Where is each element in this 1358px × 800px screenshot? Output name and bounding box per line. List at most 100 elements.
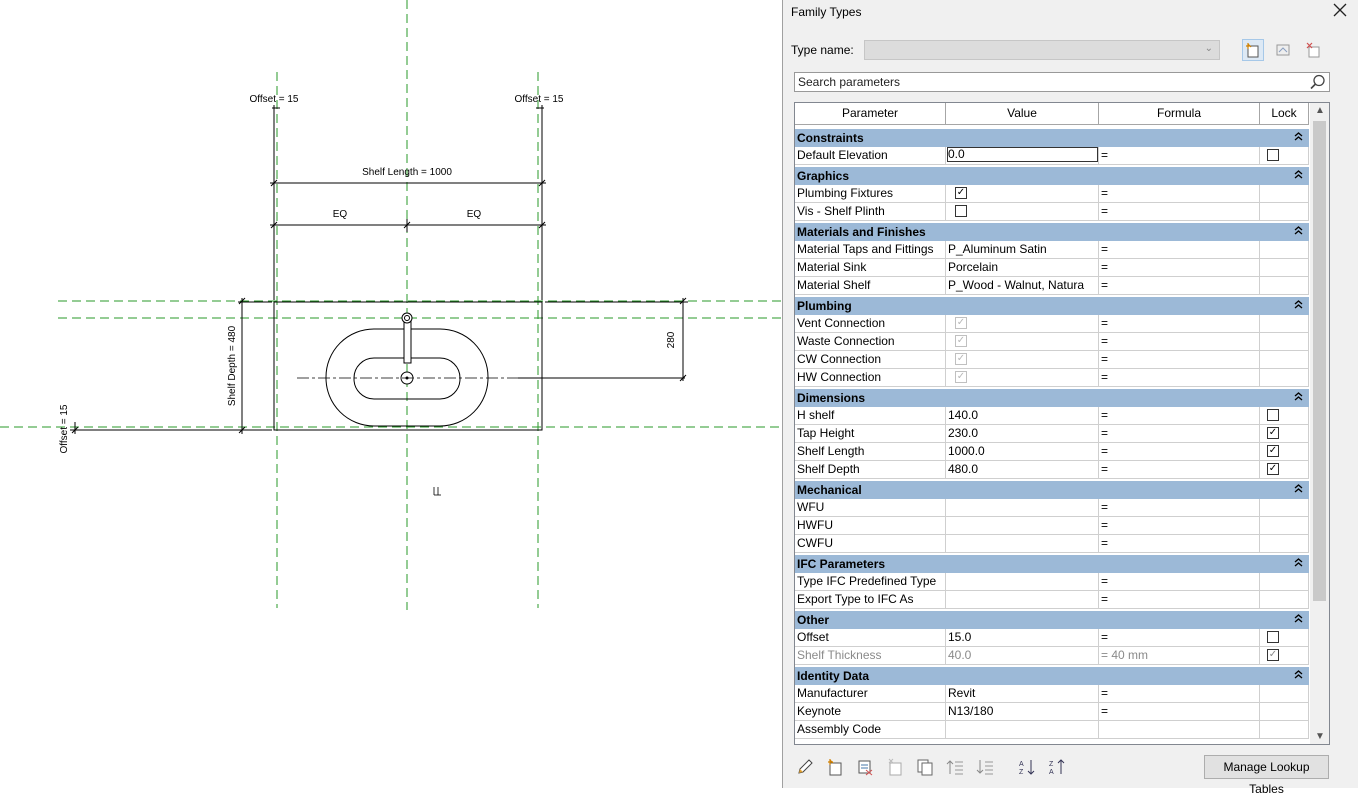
- value-cell[interactable]: P_Wood - Walnut, Natura: [946, 277, 1099, 294]
- value-text[interactable]: 480.0: [948, 462, 978, 476]
- value-cell[interactable]: [946, 203, 1099, 220]
- value-cell[interactable]: ✓: [946, 185, 1099, 202]
- value-checkbox[interactable]: [955, 205, 967, 217]
- value-cell[interactable]: ✓: [946, 351, 1099, 368]
- move-up-button[interactable]: [944, 756, 966, 778]
- parameter-row-material-shelf[interactable]: Material Shelf P_Wood - Walnut, Natura =: [795, 277, 1309, 295]
- value-text[interactable]: P_Aluminum Satin: [948, 242, 1047, 256]
- tap-spout[interactable]: [403, 320, 412, 364]
- delete-type-button[interactable]: [1302, 39, 1324, 61]
- formula-cell[interactable]: =: [1099, 703, 1260, 720]
- lock-checkbox[interactable]: ✓: [1267, 649, 1279, 661]
- vertical-scrollbar[interactable]: ▲ ▼: [1310, 103, 1329, 744]
- value-cell[interactable]: 1000.0: [946, 443, 1099, 460]
- column-header-value[interactable]: Value: [946, 103, 1099, 125]
- parameter-row-waste-connection[interactable]: Waste Connection ✓ =: [795, 333, 1309, 351]
- search-icon[interactable]: [1310, 74, 1326, 93]
- lock-cell[interactable]: ✓: [1260, 461, 1309, 478]
- search-input[interactable]: [795, 73, 1295, 91]
- value-cell[interactable]: ✓: [946, 333, 1099, 350]
- group-plumbing[interactable]: Plumbing: [795, 297, 1309, 315]
- value-cell[interactable]: Revit: [946, 685, 1099, 702]
- eq-left-label[interactable]: EQ: [333, 209, 348, 220]
- parameter-row-shelf-depth[interactable]: Shelf Depth 480.0 = ✓: [795, 461, 1309, 479]
- parameter-row-material-sink[interactable]: Material Sink Porcelain =: [795, 259, 1309, 277]
- tap-head[interactable]: [401, 312, 413, 324]
- collapse-icon[interactable]: [1294, 555, 1303, 573]
- formula-cell[interactable]: =: [1099, 685, 1260, 702]
- parameter-row-hwfu[interactable]: HWFU =: [795, 517, 1309, 535]
- value-cell[interactable]: ✓: [946, 369, 1099, 386]
- parameter-name[interactable]: Keynote: [795, 703, 946, 720]
- parameter-row-vent-connection[interactable]: Vent Connection ✓ =: [795, 315, 1309, 333]
- parameter-name[interactable]: Material Sink: [795, 259, 946, 276]
- lock-cell[interactable]: [1260, 147, 1309, 164]
- move-down-button[interactable]: [974, 756, 996, 778]
- value-cell[interactable]: 140.0: [946, 407, 1099, 424]
- close-button[interactable]: [1330, 2, 1350, 22]
- collapse-icon[interactable]: [1294, 223, 1303, 241]
- value-text[interactable]: Porcelain: [948, 260, 998, 274]
- collapse-icon[interactable]: [1294, 611, 1303, 629]
- lock-checkbox[interactable]: ✓: [1267, 427, 1279, 439]
- parameter-row-tap-height[interactable]: Tap Height 230.0 = ✓: [795, 425, 1309, 443]
- value-text[interactable]: N13/180: [948, 704, 993, 718]
- formula-cell[interactable]: =: [1099, 591, 1260, 608]
- formula-cell[interactable]: =: [1099, 535, 1260, 552]
- value-cell[interactable]: [946, 573, 1099, 590]
- parameter-name[interactable]: CWFU: [795, 535, 946, 552]
- parameter-name[interactable]: Shelf Depth: [795, 461, 946, 478]
- parameter-row-export-type-to-ifc-as[interactable]: Export Type to IFC As =: [795, 591, 1309, 609]
- parameter-row-h-shelf[interactable]: H shelf 140.0 =: [795, 407, 1309, 425]
- formula-cell[interactable]: =: [1099, 147, 1260, 164]
- parameter-name[interactable]: Export Type to IFC As: [795, 591, 946, 608]
- formula-cell[interactable]: =: [1099, 203, 1260, 220]
- parameter-name[interactable]: H shelf: [795, 407, 946, 424]
- parameter-row-default-elevation[interactable]: Default Elevation 0.0 =: [795, 147, 1309, 165]
- group-identity-data[interactable]: Identity Data: [795, 667, 1309, 685]
- value-checkbox[interactable]: ✓: [955, 187, 967, 199]
- formula-cell[interactable]: [1099, 721, 1260, 738]
- value-cell[interactable]: 230.0: [946, 425, 1099, 442]
- parameter-name[interactable]: Material Shelf: [795, 277, 946, 294]
- collapse-icon[interactable]: [1294, 667, 1303, 685]
- formula-cell[interactable]: =: [1099, 277, 1260, 294]
- offset-top-right-label[interactable]: Offset = 15: [514, 94, 563, 105]
- edit-parameter-button[interactable]: [794, 756, 816, 778]
- collapse-icon[interactable]: [1294, 297, 1303, 315]
- parameter-name[interactable]: CW Connection: [795, 351, 946, 368]
- parameter-row-wfu[interactable]: WFU =: [795, 499, 1309, 517]
- formula-cell[interactable]: =: [1099, 499, 1260, 516]
- value-text[interactable]: 230.0: [948, 426, 978, 440]
- formula-cell[interactable]: =: [1099, 443, 1260, 460]
- parameter-name[interactable]: Vis - Shelf Plinth: [795, 203, 946, 220]
- parameter-name[interactable]: WFU: [795, 499, 946, 516]
- parameter-name[interactable]: Shelf Length: [795, 443, 946, 460]
- value-cell[interactable]: [946, 499, 1099, 516]
- column-header-lock[interactable]: Lock: [1260, 103, 1309, 125]
- formula-cell[interactable]: =: [1099, 461, 1260, 478]
- parameter-row-assembly-code[interactable]: Assembly Code: [795, 721, 1309, 739]
- value-text[interactable]: 0.0: [947, 147, 1098, 162]
- shelf-length-label[interactable]: Shelf Length = 1000: [362, 167, 452, 178]
- parameter-name[interactable]: HWFU: [795, 517, 946, 534]
- new-type-button[interactable]: [1242, 39, 1264, 61]
- parameter-row-offset[interactable]: Offset 15.0 =: [795, 629, 1309, 647]
- value-cell[interactable]: Porcelain: [946, 259, 1099, 276]
- column-header-parameter[interactable]: Parameter: [795, 103, 946, 125]
- scrollbar-thumb[interactable]: [1313, 121, 1326, 601]
- lock-cell[interactable]: [1260, 629, 1309, 646]
- parameter-row-manufacturer[interactable]: Manufacturer Revit =: [795, 685, 1309, 703]
- parameter-row-keynote[interactable]: Keynote N13/180 =: [795, 703, 1309, 721]
- parameter-name[interactable]: Manufacturer: [795, 685, 946, 702]
- formula-cell[interactable]: =: [1099, 185, 1260, 202]
- offset-top-left-label[interactable]: Offset = 15: [249, 94, 298, 105]
- parameter-name[interactable]: Material Taps and Fittings: [795, 241, 946, 258]
- collapse-icon[interactable]: [1294, 167, 1303, 185]
- value-cell[interactable]: 480.0: [946, 461, 1099, 478]
- duplicate-parameter-button[interactable]: [914, 756, 936, 778]
- parameter-row-shelf-thickness[interactable]: Shelf Thickness 40.0 = 40 mm ✓: [795, 647, 1309, 665]
- rename-type-button[interactable]: [1272, 39, 1294, 61]
- group-graphics[interactable]: Graphics: [795, 167, 1309, 185]
- parameter-row-cwfu[interactable]: CWFU =: [795, 535, 1309, 553]
